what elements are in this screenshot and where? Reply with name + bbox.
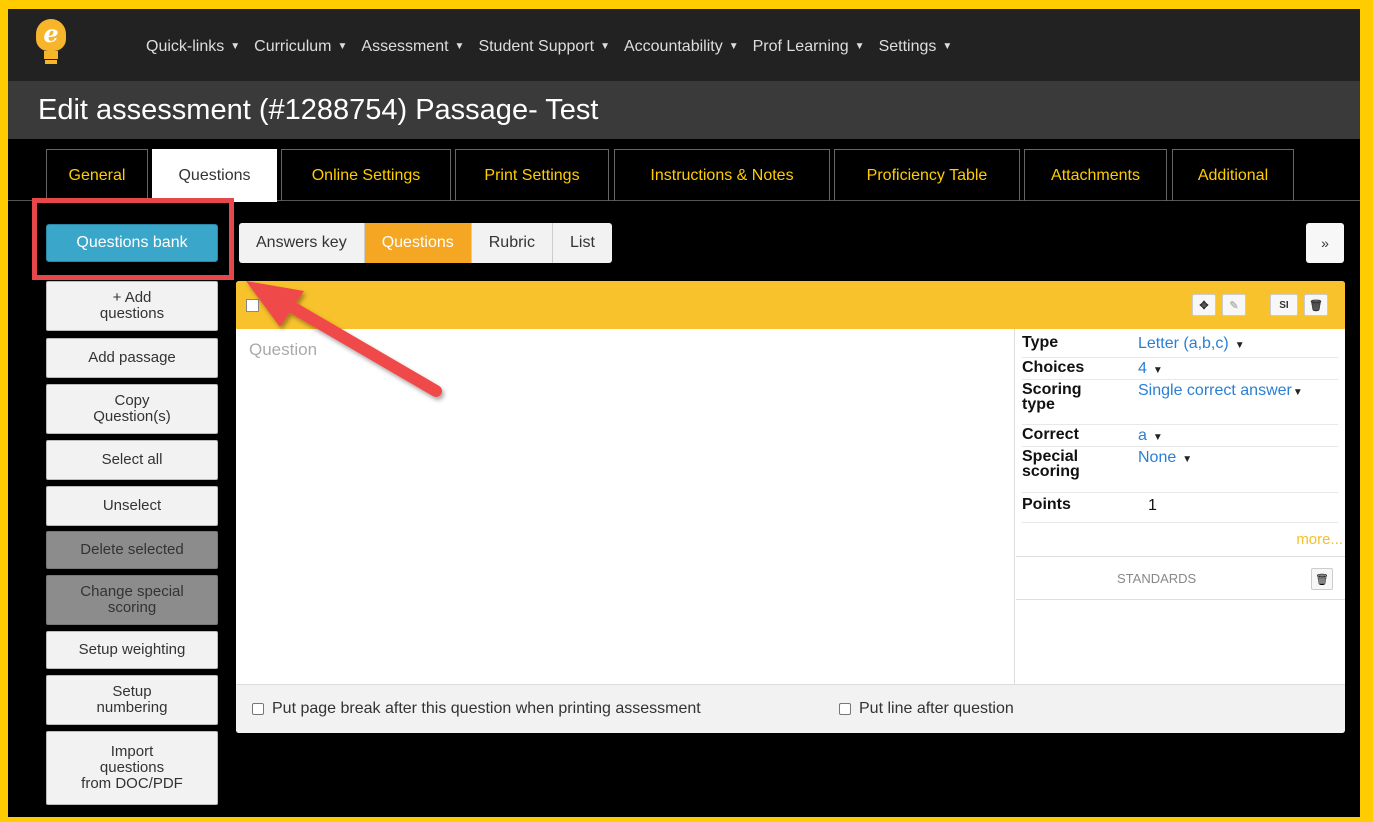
line-after-checkbox[interactable] <box>839 703 851 715</box>
copy-questions-button[interactable]: Copy Question(s) <box>46 384 218 434</box>
prop-row-choices: Choices 4 ▼ <box>1022 360 1338 380</box>
caret-down-icon: ▼ <box>454 41 465 52</box>
question-card: ✥ ✎ SI 🗑 Question Type Letter (a,b,c) ▼ C… <box>236 281 1345 733</box>
tab-additional[interactable]: Additional <box>1172 149 1294 201</box>
page-break-checkbox[interactable] <box>252 703 264 715</box>
question-card-footer: Put page break after this question when … <box>236 684 1345 733</box>
menu-assessment[interactable]: Assessment ▼ <box>361 38 464 56</box>
lightbulb-logo-icon: e <box>36 19 66 51</box>
import-questions-button[interactable]: Import questions from DOC/PDF <box>46 731 218 805</box>
standards-section: STANDARDS 🗑 <box>1016 556 1345 600</box>
caret-down-icon: ▼ <box>230 41 241 52</box>
title-bar: Edit assessment (#1288754) Passage- Test <box>8 81 1360 139</box>
menu-curriculum[interactable]: Curriculum ▼ <box>254 38 347 56</box>
caret-down-icon: ▼ <box>600 41 610 52</box>
caret-down-icon: ▼ <box>728 41 739 52</box>
menu-accountability[interactable]: Accountability ▼ <box>624 38 739 56</box>
add-passage-button[interactable]: Add passage <box>46 338 218 378</box>
select-all-button[interactable]: Select all <box>46 440 218 480</box>
correct-dropdown[interactable]: a ▼ <box>1138 427 1163 447</box>
prop-row-type: Type Letter (a,b,c) ▼ <box>1022 335 1338 358</box>
tab-instructions-notes[interactable]: Instructions & Notes <box>614 149 830 201</box>
caret-down-icon: ▼ <box>1292 387 1303 398</box>
unselect-button[interactable]: Unselect <box>46 486 218 526</box>
expand-button[interactable]: » <box>1306 223 1344 263</box>
question-placeholder: Question <box>249 340 318 359</box>
points-value[interactable]: 1 <box>1148 497 1157 515</box>
choices-dropdown[interactable]: 4 ▼ <box>1138 360 1163 380</box>
menu-student-support[interactable]: Student Support ▼ <box>478 38 610 56</box>
type-dropdown[interactable]: Letter (a,b,c) ▼ <box>1138 335 1245 355</box>
caret-down-icon: ▼ <box>1152 432 1163 443</box>
tab-attachments[interactable]: Attachments <box>1024 149 1167 201</box>
question-select-checkbox[interactable] <box>246 299 259 312</box>
annotation-highlight-box <box>32 198 234 280</box>
app-logo[interactable]: e <box>36 19 66 65</box>
special-scoring-dropdown[interactable]: None ▼ <box>1138 449 1192 469</box>
prop-row-scoring-type: Scoring type Single correct answer▼ <box>1022 382 1338 425</box>
tab-print-settings[interactable]: Print Settings <box>455 149 609 201</box>
edit-pencil-icon[interactable]: ✎ <box>1222 294 1246 316</box>
prop-row-points: Points 1 <box>1022 497 1338 523</box>
page-break-option[interactable]: Put page break after this question when … <box>252 700 701 718</box>
main-menu: Quick-links ▼ Curriculum ▼ Assessment ▼ Stu… <box>146 38 966 56</box>
delete-selected-button[interactable]: Delete selected <box>46 531 218 569</box>
change-special-scoring-button[interactable]: Change special scoring <box>46 575 218 625</box>
page-title: Edit assessment (#1288754) Passage- Test <box>38 94 599 126</box>
menu-settings[interactable]: Settings ▼ <box>879 38 953 56</box>
scoring-type-dropdown[interactable]: Single correct answer▼ <box>1138 382 1303 402</box>
tab-questions[interactable]: Questions <box>152 149 277 202</box>
caret-down-icon: ▼ <box>1152 365 1163 376</box>
setup-weighting-button[interactable]: Setup weighting <box>46 631 218 669</box>
rubric-button[interactable]: Rubric <box>471 223 553 263</box>
caret-down-icon: ▼ <box>1182 454 1193 465</box>
question-editor[interactable]: Question <box>236 329 1015 684</box>
questions-view-button[interactable]: Questions <box>364 223 472 263</box>
caret-down-icon: ▼ <box>337 41 348 52</box>
menu-quick-links[interactable]: Quick-links ▼ <box>146 38 240 56</box>
caret-down-icon: ▼ <box>854 41 865 52</box>
top-navbar: e Quick-links ▼ Curriculum ▼ Assessment ▼ S… <box>8 9 1360 81</box>
menu-prof-learning[interactable]: Prof Learning ▼ <box>753 38 865 56</box>
standards-label: STANDARDS <box>1117 571 1197 586</box>
list-button[interactable]: List <box>552 223 612 263</box>
trash-icon[interactable]: 🗑 <box>1304 294 1328 316</box>
si-button[interactable]: SI <box>1270 294 1298 316</box>
answers-key-button[interactable]: Answers key <box>239 223 365 263</box>
view-toggle-group: Answers key Questions Rubric List <box>239 223 612 263</box>
app-frame: e Quick-links ▼ Curriculum ▼ Assessment ▼ S… <box>8 9 1360 817</box>
standards-trash-icon[interactable]: 🗑 <box>1311 568 1333 590</box>
line-after-option[interactable]: Put line after question <box>839 700 1014 718</box>
tab-proficiency-table[interactable]: Proficiency Table <box>834 149 1020 201</box>
setup-numbering-button[interactable]: Setup numbering <box>46 675 218 725</box>
tab-bar: General Questions Online Settings Print … <box>8 139 1360 202</box>
move-icon[interactable]: ✥ <box>1192 294 1216 316</box>
add-questions-button[interactable]: + Add questions <box>46 281 218 331</box>
tab-general[interactable]: General <box>46 149 148 201</box>
tab-online-settings[interactable]: Online Settings <box>281 149 451 201</box>
caret-down-icon: ▼ <box>1234 340 1245 351</box>
question-properties: Type Letter (a,b,c) ▼ Choices 4 ▼ Scoring … <box>1016 329 1345 684</box>
prop-row-special-scoring: Special scoring None ▼ <box>1022 449 1338 493</box>
question-card-header: ✥ ✎ SI 🗑 <box>236 281 1345 329</box>
more-link[interactable]: more... <box>1296 531 1343 548</box>
prop-row-correct: Correct a ▼ <box>1022 427 1338 447</box>
caret-down-icon: ▼ <box>942 41 953 52</box>
